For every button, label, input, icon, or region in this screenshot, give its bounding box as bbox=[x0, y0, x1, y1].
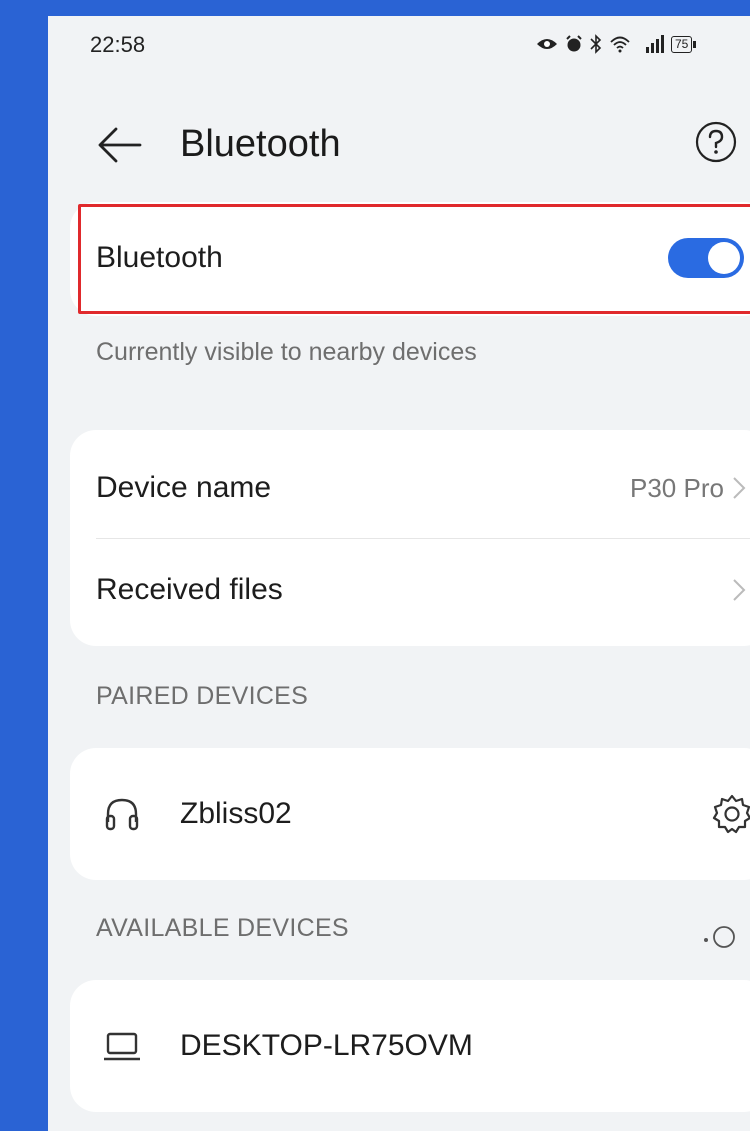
device-name-value: P30 Pro bbox=[630, 473, 724, 503]
eye-icon bbox=[537, 39, 557, 49]
help-icon[interactable] bbox=[694, 120, 738, 164]
signal-icon bbox=[646, 35, 664, 53]
device-name: DESKTOP-LR75OVM bbox=[180, 1029, 473, 1062]
paired-device-row[interactable]: Zbliss02 bbox=[70, 748, 750, 880]
device-name: Zbliss02 bbox=[180, 797, 292, 830]
phone-screen: 22:58 75 Bluetooth Bluetooth Currently v… bbox=[48, 16, 750, 1131]
battery-icon: 75 bbox=[671, 35, 697, 53]
chevron-right-icon bbox=[733, 477, 746, 499]
available-devices-header: AVAILABLE DEVICES bbox=[96, 914, 349, 942]
device-name-label: Device name bbox=[96, 471, 272, 504]
settings-card: Device name P30 Pro Received files bbox=[70, 430, 750, 646]
paired-devices-header: PAIRED DEVICES bbox=[96, 682, 309, 710]
highlight-box bbox=[78, 204, 750, 314]
laptop-icon bbox=[104, 1032, 140, 1061]
divider bbox=[96, 538, 750, 539]
status-time: 22:58 bbox=[90, 32, 146, 57]
scanning-icon bbox=[704, 926, 735, 948]
received-files-label: Received files bbox=[96, 573, 283, 606]
chevron-right-icon bbox=[733, 579, 746, 601]
back-arrow-icon[interactable] bbox=[94, 122, 144, 168]
headphones-icon bbox=[105, 798, 139, 831]
status-icons: 75 bbox=[536, 30, 697, 58]
gear-icon[interactable] bbox=[710, 792, 750, 836]
alarm-icon bbox=[566, 35, 582, 52]
bluetooth-icon bbox=[590, 34, 602, 54]
page-title: Bluetooth bbox=[180, 123, 341, 165]
visibility-status: Currently visible to nearby devices bbox=[96, 338, 477, 366]
wifi-icon bbox=[610, 36, 630, 53]
available-device-row[interactable]: DESKTOP-LR75OVM bbox=[70, 980, 750, 1112]
